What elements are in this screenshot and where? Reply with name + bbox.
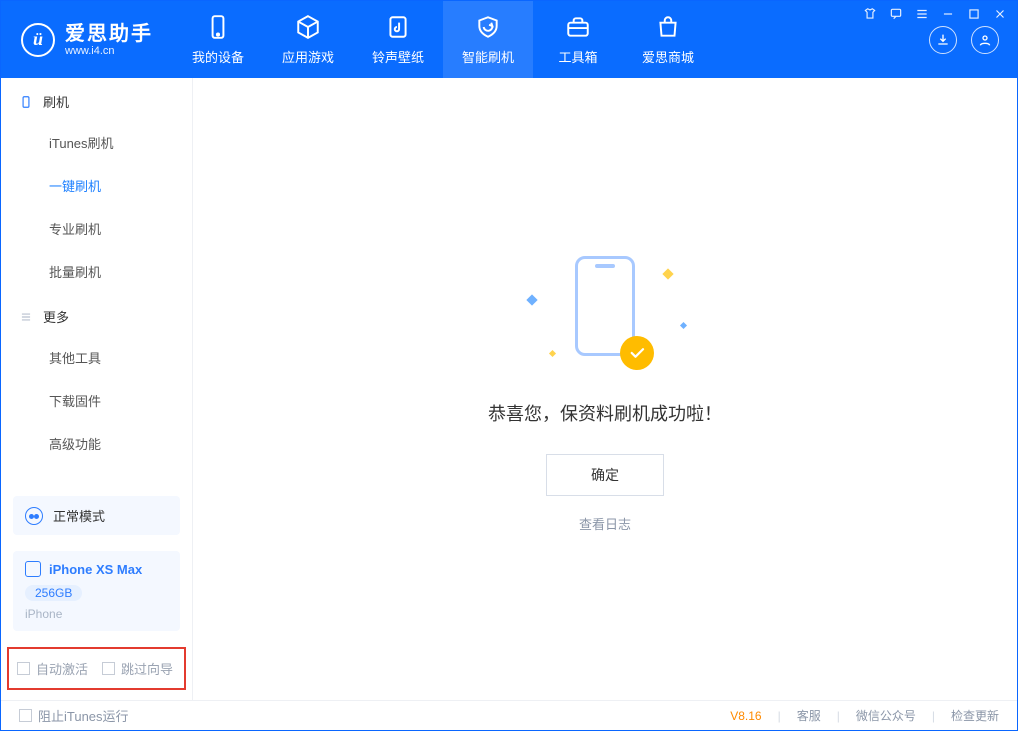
check-update-link[interactable]: 检查更新	[951, 707, 999, 724]
sidebar-group-flash-label: 刷机	[43, 92, 69, 111]
sidebar-item-advanced[interactable]: 高级功能	[1, 422, 192, 465]
sidebar-group-more-label: 更多	[43, 307, 69, 326]
main-content: 恭喜您，保资料刷机成功啦！ 确定 查看日志	[193, 78, 1017, 700]
sidebar-group-flash: 刷机	[1, 78, 192, 121]
options-highlight-box: 自动激活 跳过向导	[7, 647, 186, 690]
sparkle-icon	[526, 294, 537, 305]
sidebar-group-more: 更多	[1, 293, 192, 336]
footer-right: V8.16 | 客服 | 微信公众号 | 检查更新	[730, 707, 999, 724]
sidebar-items-flash: iTunes刷机 一键刷机 专业刷机 批量刷机	[1, 121, 192, 293]
nav-toolbox[interactable]: 工具箱	[533, 1, 623, 78]
nav-toolbox-label: 工具箱	[558, 47, 597, 66]
feedback-icon[interactable]	[889, 7, 903, 21]
nav-ringtone-wallpaper[interactable]: 铃声壁纸	[353, 1, 443, 78]
success-illustration	[520, 246, 690, 376]
nav-ringtone-wallpaper-label: 铃声壁纸	[372, 47, 424, 66]
sidebar-item-batch-flash[interactable]: 批量刷机	[1, 250, 192, 293]
sidebar-item-pro-flash[interactable]: 专业刷机	[1, 207, 192, 250]
refresh-shield-icon	[474, 13, 502, 41]
footer: 阻止iTunes运行 V8.16 | 客服 | 微信公众号 | 检查更新	[1, 700, 1017, 730]
nav-apps-games[interactable]: 应用游戏	[263, 1, 353, 78]
sidebar-spacer	[1, 465, 192, 488]
logo-icon: ü	[21, 23, 55, 57]
bag-icon	[654, 13, 682, 41]
sidebar-item-itunes-flash[interactable]: iTunes刷机	[1, 121, 192, 164]
close-button[interactable]	[993, 7, 1007, 21]
logo-area: ü 爱思助手 www.i4.cn	[1, 1, 173, 78]
user-button[interactable]	[971, 26, 999, 54]
block-itunes-checkbox[interactable]: 阻止iTunes运行	[19, 706, 129, 725]
sidebar-item-download-firmware[interactable]: 下载固件	[1, 379, 192, 422]
auto-activate-label: 自动激活	[36, 659, 88, 678]
top-nav: 我的设备 应用游戏 铃声壁纸 智能刷机 工具箱 爱思商城	[173, 1, 713, 78]
customer-service-link[interactable]: 客服	[797, 707, 821, 724]
status-mode-label: 正常模式	[53, 506, 105, 525]
tshirt-icon[interactable]	[863, 7, 877, 21]
checkbox-icon	[19, 709, 32, 722]
auto-activate-checkbox[interactable]: 自动激活	[17, 659, 88, 678]
device-icon	[25, 561, 41, 577]
sidebar: 刷机 iTunes刷机 一键刷机 专业刷机 批量刷机 更多 其他工具 下载固件 …	[1, 78, 193, 700]
toolbox-icon	[564, 13, 592, 41]
view-log-link[interactable]: 查看日志	[579, 514, 631, 533]
device-name: iPhone XS Max	[49, 562, 142, 577]
cube-icon	[294, 13, 322, 41]
nav-store[interactable]: 爱思商城	[623, 1, 713, 78]
skip-guide-label: 跳过向导	[121, 659, 173, 678]
device-small-icon	[19, 95, 33, 109]
app-name-en: www.i4.cn	[65, 45, 153, 57]
version-label: V8.16	[730, 709, 761, 723]
nav-smart-flash-label: 智能刷机	[462, 47, 514, 66]
minimize-button[interactable]	[941, 7, 955, 21]
nav-my-device-label: 我的设备	[192, 47, 244, 66]
music-file-icon	[384, 13, 412, 41]
phone-icon	[204, 13, 232, 41]
device-storage: 256GB	[25, 585, 82, 601]
block-itunes-label: 阻止iTunes运行	[38, 706, 129, 725]
body: 刷机 iTunes刷机 一键刷机 专业刷机 批量刷机 更多 其他工具 下载固件 …	[1, 78, 1017, 700]
sidebar-item-other-tools[interactable]: 其他工具	[1, 336, 192, 379]
success-title: 恭喜您，保资料刷机成功啦！	[488, 400, 722, 426]
wechat-link[interactable]: 微信公众号	[856, 707, 916, 724]
window-controls	[863, 7, 1007, 21]
success-check-badge-icon	[620, 336, 654, 370]
header: ü 爱思助手 www.i4.cn 我的设备 应用游戏 铃声壁纸 智能刷机	[1, 1, 1017, 78]
nav-smart-flash[interactable]: 智能刷机	[443, 1, 533, 78]
device-card[interactable]: iPhone XS Max 256GB iPhone	[13, 551, 180, 631]
logo-text: 爱思助手 www.i4.cn	[65, 23, 153, 57]
app-window: ü 爱思助手 www.i4.cn 我的设备 应用游戏 铃声壁纸 智能刷机	[0, 0, 1018, 731]
menu-icon[interactable]	[915, 7, 929, 21]
checkbox-icon	[17, 662, 30, 675]
sidebar-items-more: 其他工具 下载固件 高级功能	[1, 336, 192, 465]
nav-apps-games-label: 应用游戏	[282, 47, 334, 66]
nav-store-label: 爱思商城	[642, 47, 694, 66]
status-card[interactable]: 正常模式	[13, 496, 180, 535]
checkbox-icon	[102, 662, 115, 675]
ok-button[interactable]: 确定	[546, 454, 664, 496]
maximize-button[interactable]	[967, 7, 981, 21]
list-icon	[19, 310, 33, 324]
sidebar-item-oneclick-flash[interactable]: 一键刷机	[1, 164, 192, 207]
skip-guide-checkbox[interactable]: 跳过向导	[102, 659, 173, 678]
sparkle-icon	[662, 268, 673, 279]
download-button[interactable]	[929, 26, 957, 54]
status-mode-icon	[25, 507, 43, 525]
device-type: iPhone	[25, 607, 168, 621]
app-name-cn: 爱思助手	[65, 23, 153, 45]
sparkle-icon	[549, 349, 556, 356]
sparkle-icon	[680, 321, 687, 328]
nav-my-device[interactable]: 我的设备	[173, 1, 263, 78]
